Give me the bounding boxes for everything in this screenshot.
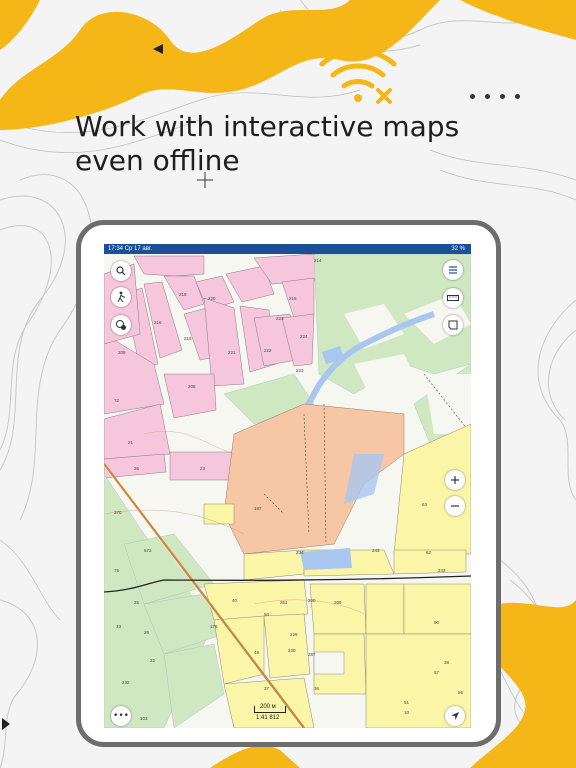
svg-text:26: 26	[134, 600, 140, 605]
layers-button[interactable]	[111, 315, 131, 335]
svg-text:243: 243	[372, 548, 380, 553]
svg-text:26: 26	[134, 466, 140, 471]
svg-text:36: 36	[314, 686, 320, 691]
navigation-icon	[451, 712, 459, 720]
tablet-screen: 17:34 Ср 17 авг. 32 % 214 218 220 215 21…	[104, 244, 471, 728]
svg-text:21: 21	[128, 440, 134, 445]
ruler-icon	[447, 295, 459, 301]
svg-text:218: 218	[179, 292, 187, 297]
svg-text:72: 72	[114, 398, 120, 403]
svg-text:103: 103	[140, 716, 148, 721]
headline-line-2: even offline	[75, 144, 240, 177]
zoom-in-button[interactable]	[445, 470, 465, 490]
search-button[interactable]	[111, 261, 131, 281]
svg-text:33: 33	[116, 624, 122, 629]
svg-text:205: 205	[334, 600, 342, 605]
svg-text:573: 573	[144, 548, 152, 553]
svg-text:22: 22	[150, 658, 156, 663]
headline: Work with interactive maps even offline	[75, 110, 459, 178]
scale-label: 200 м	[260, 704, 276, 710]
menu-button[interactable]	[443, 260, 463, 280]
svg-text:251: 251	[280, 600, 288, 605]
map-canvas[interactable]: 214218220 215216223 224218222 221209208 …	[104, 254, 471, 728]
status-bar: 17:34 Ср 17 авг. 32 %	[104, 244, 471, 254]
svg-text:218: 218	[184, 336, 192, 341]
scale-ratio: 1:41 812	[256, 715, 280, 721]
svg-text:232: 232	[122, 680, 130, 685]
status-battery: 32 %	[451, 246, 465, 252]
svg-text:229: 229	[290, 632, 298, 637]
ruler-button[interactable]	[443, 288, 463, 308]
navigation-button[interactable]	[445, 706, 465, 726]
svg-text:214: 214	[314, 258, 322, 263]
svg-text:40: 40	[232, 598, 238, 603]
svg-text:176: 176	[210, 624, 218, 629]
headline-line-1: Work with interactive maps	[75, 110, 460, 143]
tracking-button[interactable]	[111, 287, 131, 307]
zoom-in-icon	[451, 476, 459, 484]
svg-text:76: 76	[114, 568, 120, 573]
svg-text:197: 197	[254, 506, 262, 511]
svg-text:215: 215	[289, 296, 297, 301]
more-icon: •••	[113, 710, 129, 721]
svg-text:287: 287	[308, 652, 316, 657]
svg-text:38: 38	[444, 660, 450, 665]
svg-text:224: 224	[300, 334, 308, 339]
svg-text:370: 370	[114, 510, 122, 515]
search-icon	[116, 266, 126, 276]
svg-text:223: 223	[296, 368, 304, 373]
bookmark-button[interactable]	[443, 315, 463, 335]
svg-text:221: 221	[228, 350, 236, 355]
svg-text:208: 208	[188, 384, 196, 389]
more-button[interactable]: •••	[111, 706, 131, 726]
svg-text:51: 51	[404, 700, 410, 705]
status-time: 17:34 Ср 17 авг.	[108, 246, 153, 252]
svg-text:50: 50	[264, 612, 270, 617]
svg-text:234: 234	[296, 550, 304, 555]
menu-icon	[449, 266, 457, 274]
svg-text:10: 10	[404, 710, 410, 715]
svg-text:37: 37	[264, 686, 270, 691]
svg-text:90: 90	[434, 620, 440, 625]
svg-text:200: 200	[308, 598, 316, 603]
svg-text:209: 209	[118, 350, 126, 355]
layers-icon	[116, 320, 126, 330]
svg-text:230: 230	[288, 648, 296, 653]
svg-text:223: 223	[276, 316, 284, 321]
decorative-dots	[470, 84, 530, 103]
svg-text:23: 23	[200, 466, 206, 471]
zoom-out-icon	[451, 505, 459, 507]
svg-text:56: 56	[458, 690, 464, 695]
svg-text:243: 243	[438, 568, 446, 573]
svg-text:220: 220	[208, 296, 216, 301]
svg-text:57: 57	[434, 670, 440, 675]
svg-text:222: 222	[264, 348, 272, 353]
wifi-off-icon	[319, 48, 397, 104]
svg-text:29: 29	[144, 630, 150, 635]
svg-text:62: 62	[426, 550, 432, 555]
hiker-icon	[117, 291, 125, 303]
svg-text:48: 48	[254, 650, 260, 655]
bookmark-icon	[448, 320, 458, 330]
svg-text:216: 216	[154, 320, 162, 325]
zoom-out-button[interactable]	[445, 496, 465, 516]
svg-text:63: 63	[422, 502, 428, 507]
